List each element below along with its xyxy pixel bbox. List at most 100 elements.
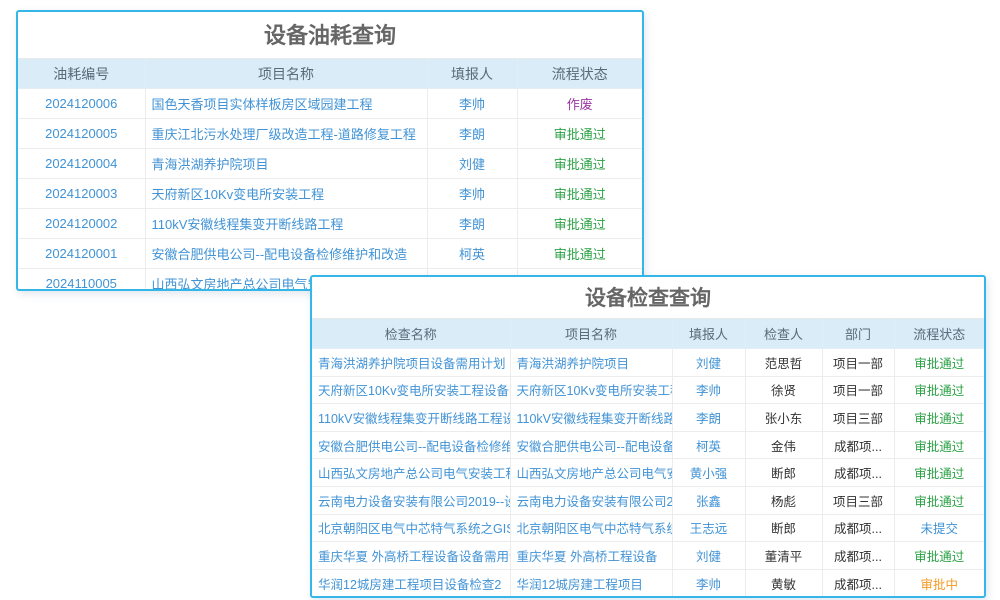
table-row[interactable]: 云南电力设备安装有限公司2019--设备需用计划云南电力设备安装有限公司2019… xyxy=(312,486,984,514)
table-cell[interactable]: 2024120006 xyxy=(18,89,145,119)
table-cell[interactable]: 2024120004 xyxy=(18,149,145,179)
table-cell[interactable]: 安徽合肥供电公司--配电设备检修维护和改造 xyxy=(145,239,427,269)
column-header: 油耗编号 xyxy=(18,59,145,89)
table-row[interactable]: 2024120005重庆江北污水处理厂级改造工程-道路修复工程李朗审批通过 xyxy=(18,119,642,149)
table-cell: 李朗 xyxy=(672,404,745,432)
table-cell: 李朗 xyxy=(427,119,517,149)
table-cell: 刘健 xyxy=(672,542,745,570)
table-cell[interactable]: 云南电力设备安装有限公司2019--设备需用计划 xyxy=(312,486,510,514)
table-cell: 范思哲 xyxy=(745,349,822,377)
table-cell: 李帅 xyxy=(427,179,517,209)
table-cell: 成都项... xyxy=(822,542,894,570)
status-cell: 审批通过 xyxy=(517,179,642,209)
table-cell[interactable]: 华润12城房建工程项目 xyxy=(510,569,672,597)
table-cell: 金伟 xyxy=(745,431,822,459)
status-cell: 审批通过 xyxy=(894,486,984,514)
table-cell: 李帅 xyxy=(672,569,745,597)
table-row[interactable]: 华润12城房建工程项目设备检查2华润12城房建工程项目李帅黄敏成都项...审批中 xyxy=(312,569,984,597)
column-header: 部门 xyxy=(822,319,894,349)
status-cell: 审批通过 xyxy=(894,404,984,432)
table-row[interactable]: 重庆华夏 外高桥工程设备设备需用计划重庆华夏 外高桥工程设备刘健董清平成都项..… xyxy=(312,542,984,570)
column-header: 流程状态 xyxy=(517,59,642,89)
table-cell: 黄敏 xyxy=(745,569,822,597)
table-cell: 项目一部 xyxy=(822,376,894,404)
status-cell: 审批通过 xyxy=(894,459,984,487)
table-row[interactable]: 2024120002110kV安徽线程集变开断线路工程李朗审批通过 xyxy=(18,209,642,239)
table-cell: 断郎 xyxy=(745,514,822,542)
table-cell: 项目三部 xyxy=(822,486,894,514)
table-cell: 成都项... xyxy=(822,569,894,597)
table-row[interactable]: 2024120006国色天香项目实体样板房区域园建工程李帅作废 xyxy=(18,89,642,119)
status-cell: 未提交 xyxy=(894,514,984,542)
table-row[interactable]: 青海洪湖养护院项目设备需用计划青海洪湖养护院项目刘健范思哲项目一部审批通过 xyxy=(312,349,984,377)
table-cell: 成都项... xyxy=(822,514,894,542)
table-cell[interactable]: 青海洪湖养护院项目 xyxy=(145,149,427,179)
table-row[interactable]: 110kV安徽线程集变开断线路工程设备需用计划110kV安徽线程集变开断线路工程… xyxy=(312,404,984,432)
column-header: 项目名称 xyxy=(145,59,427,89)
table-cell[interactable]: 重庆江北污水处理厂级改造工程-道路修复工程 xyxy=(145,119,427,149)
table-cell: 成都项... xyxy=(822,431,894,459)
table-cell[interactable]: 110kV安徽线程集变开断线路工程 xyxy=(145,209,427,239)
table-cell[interactable]: 安徽合肥供电公司--配电设备检修维护和改造 xyxy=(312,431,510,459)
table-cell[interactable]: 山西弘文房地产总公司电气安装工程 xyxy=(510,459,672,487)
table-cell: 杨彪 xyxy=(745,486,822,514)
status-cell: 作废 xyxy=(517,89,642,119)
table-cell[interactable]: 2024110005 xyxy=(18,269,145,292)
status-cell: 审批通过 xyxy=(894,376,984,404)
table-cell[interactable]: 云南电力设备安装有限公司2019--设备 xyxy=(510,486,672,514)
table-cell[interactable]: 北京朝阳区电气中芯特气系统之GIS工程 xyxy=(510,514,672,542)
table-cell: 王志远 xyxy=(672,514,745,542)
table-cell[interactable]: 重庆华夏 外高桥工程设备 xyxy=(510,542,672,570)
table-cell[interactable]: 青海洪湖养护院项目 xyxy=(510,349,672,377)
table-cell: 刘健 xyxy=(427,149,517,179)
table-cell: 李朗 xyxy=(427,209,517,239)
table-cell: 张鑫 xyxy=(672,486,745,514)
table-cell[interactable]: 青海洪湖养护院项目设备需用计划 xyxy=(312,349,510,377)
table-cell: 张小东 xyxy=(745,404,822,432)
table-cell[interactable]: 2024120003 xyxy=(18,179,145,209)
status-cell: 审批通过 xyxy=(517,239,642,269)
status-cell: 审批通过 xyxy=(894,349,984,377)
status-cell: 审批通过 xyxy=(517,119,642,149)
table-cell[interactable]: 安徽合肥供电公司--配电设备检修维护和改造 xyxy=(510,431,672,459)
column-header: 填报人 xyxy=(427,59,517,89)
table-cell[interactable]: 天府新区10Kv变电所安装工程 xyxy=(145,179,427,209)
inspection-table: 检查名称项目名称填报人检查人部门流程状态 青海洪湖养护院项目设备需用计划青海洪湖… xyxy=(312,318,984,597)
table-cell[interactable]: 2024120005 xyxy=(18,119,145,149)
table-row[interactable]: 山西弘文房地产总公司电气安装工程山西弘文房地产总公司电气安装工程黄小强断郎成都项… xyxy=(312,459,984,487)
status-cell: 审批通过 xyxy=(894,542,984,570)
fuel-query-title: 设备油耗查询 xyxy=(18,12,642,58)
table-cell[interactable]: 2024120001 xyxy=(18,239,145,269)
column-header: 流程状态 xyxy=(894,319,984,349)
table-row[interactable]: 2024120003天府新区10Kv变电所安装工程李帅审批通过 xyxy=(18,179,642,209)
table-cell: 董清平 xyxy=(745,542,822,570)
table-cell[interactable]: 国色天香项目实体样板房区域园建工程 xyxy=(145,89,427,119)
table-row[interactable]: 安徽合肥供电公司--配电设备检修维护和改造安徽合肥供电公司--配电设备检修维护和… xyxy=(312,431,984,459)
table-cell[interactable]: 110kV安徽线程集变开断线路工程设备需用计划 xyxy=(312,404,510,432)
table-cell[interactable]: 天府新区10Kv变电所安装工程 xyxy=(510,376,672,404)
table-cell[interactable]: 重庆华夏 外高桥工程设备设备需用计划 xyxy=(312,542,510,570)
inspection-table-header-row: 检查名称项目名称填报人检查人部门流程状态 xyxy=(312,319,984,349)
fuel-table-header-row: 油耗编号项目名称填报人流程状态 xyxy=(18,59,642,89)
table-cell: 柯英 xyxy=(672,431,745,459)
table-cell[interactable]: 华润12城房建工程项目设备检查2 xyxy=(312,569,510,597)
table-cell[interactable]: 2024120002 xyxy=(18,209,145,239)
table-cell: 项目一部 xyxy=(822,349,894,377)
table-row[interactable]: 天府新区10Kv变电所安装工程设备需用计划天府新区10Kv变电所安装工程李帅徐贤… xyxy=(312,376,984,404)
status-cell: 审批通过 xyxy=(517,209,642,239)
table-row[interactable]: 2024120004青海洪湖养护院项目刘健审批通过 xyxy=(18,149,642,179)
fuel-query-window: 设备油耗查询 油耗编号项目名称填报人流程状态 2024120006国色天香项目实… xyxy=(16,10,644,291)
table-cell[interactable]: 北京朝阳区电气中芯特气系统之GIS工程 xyxy=(312,514,510,542)
table-row[interactable]: 2024120001安徽合肥供电公司--配电设备检修维护和改造柯英审批通过 xyxy=(18,239,642,269)
table-cell[interactable]: 110kV安徽线程集变开断线路工程 xyxy=(510,404,672,432)
table-cell: 项目三部 xyxy=(822,404,894,432)
table-row[interactable]: 北京朝阳区电气中芯特气系统之GIS工程北京朝阳区电气中芯特气系统之GIS工程王志… xyxy=(312,514,984,542)
column-header: 检查名称 xyxy=(312,319,510,349)
table-cell: 成都项... xyxy=(822,459,894,487)
status-cell: 审批中 xyxy=(894,569,984,597)
table-cell: 断郎 xyxy=(745,459,822,487)
table-cell[interactable]: 天府新区10Kv变电所安装工程设备需用计划 xyxy=(312,376,510,404)
table-cell[interactable]: 山西弘文房地产总公司电气安装工程 xyxy=(312,459,510,487)
column-header: 项目名称 xyxy=(510,319,672,349)
column-header: 填报人 xyxy=(672,319,745,349)
